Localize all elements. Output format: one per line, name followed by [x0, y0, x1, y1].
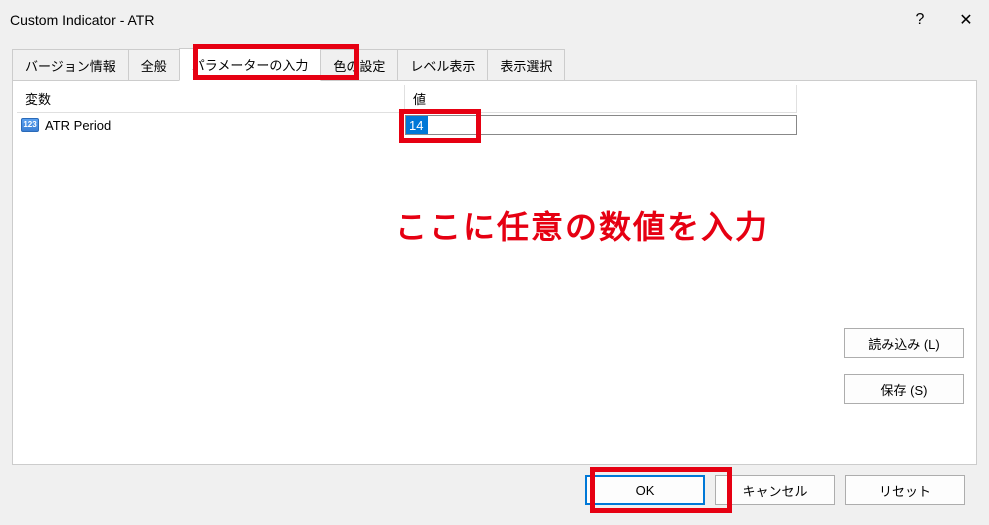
param-name: ATR Period: [45, 118, 111, 133]
tab-version[interactable]: バージョン情報: [12, 49, 129, 81]
params-table: 変数 値 123 ATR Period 14: [17, 85, 797, 137]
dialog-footer: OK キャンセル リセット: [12, 465, 977, 513]
titlebar-controls: ? ✕: [897, 0, 989, 40]
dialog-content: バージョン情報 全般 パラメーターの入力 色の設定 レベル表示 表示選択 変数 …: [0, 40, 989, 525]
param-value-input[interactable]: [405, 115, 797, 135]
int-type-icon: 123: [21, 118, 39, 132]
reset-button[interactable]: リセット: [845, 475, 965, 505]
help-button[interactable]: ?: [897, 0, 943, 40]
cell-variable: 123 ATR Period: [17, 118, 405, 133]
load-button[interactable]: 読み込み (L): [844, 328, 964, 358]
col-header-variable: 変数: [17, 85, 405, 112]
tab-body: 変数 値 123 ATR Period 14 読み込み (L) 保存 (S): [12, 80, 977, 465]
table-header: 変数 値: [17, 85, 797, 113]
window-title: Custom Indicator - ATR: [10, 12, 897, 28]
cancel-button[interactable]: キャンセル: [715, 475, 835, 505]
tab-general[interactable]: 全般: [128, 49, 180, 81]
ok-button[interactable]: OK: [585, 475, 705, 505]
cell-value: 14: [405, 115, 797, 135]
tab-display[interactable]: 表示選択: [487, 49, 565, 81]
tab-levels[interactable]: レベル表示: [397, 49, 488, 81]
close-button[interactable]: ✕: [943, 0, 989, 40]
tabstrip: バージョン情報 全般 パラメーターの入力 色の設定 レベル表示 表示選択: [12, 48, 977, 81]
table-row[interactable]: 123 ATR Period 14: [17, 113, 797, 137]
side-buttons: 読み込み (L) 保存 (S): [844, 328, 964, 404]
save-button[interactable]: 保存 (S): [844, 374, 964, 404]
tab-params[interactable]: パラメーターの入力: [179, 48, 322, 81]
col-header-value: 値: [405, 85, 797, 112]
titlebar: Custom Indicator - ATR ? ✕: [0, 0, 989, 40]
tab-colors[interactable]: 色の設定: [320, 49, 398, 81]
